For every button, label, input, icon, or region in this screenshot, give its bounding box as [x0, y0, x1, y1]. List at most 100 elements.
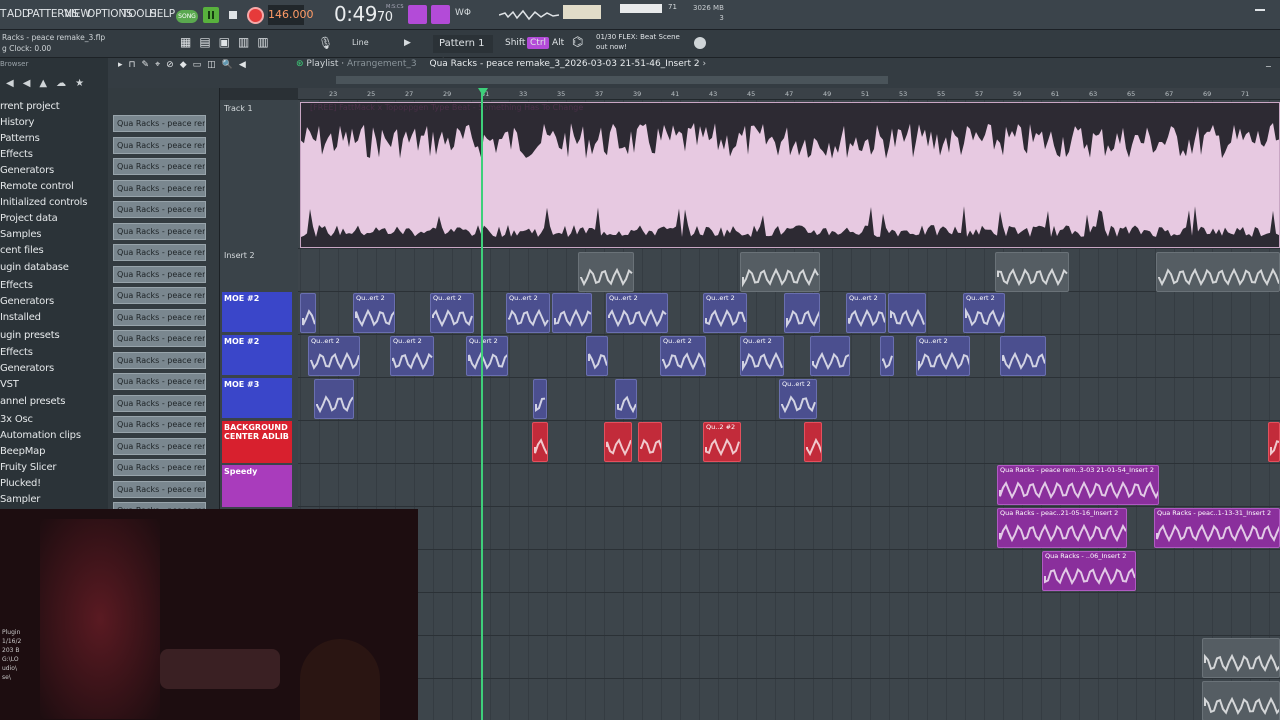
track-header[interactable]: BACKGROUND CENTER ADLIB	[222, 421, 292, 463]
audio-clip[interactable]: Qu..ert 2	[916, 336, 970, 376]
ctrl-key[interactable]: Ctrl	[527, 37, 550, 49]
track-header[interactable]: MOE #2	[222, 292, 292, 332]
audio-clip[interactable]	[300, 293, 316, 333]
playhead-marker-icon[interactable]	[478, 88, 488, 96]
audio-clip[interactable]	[604, 422, 632, 462]
audio-clip[interactable]	[1156, 252, 1280, 292]
channel-button[interactable]: Qua Racks - peace remak	[113, 287, 206, 304]
audio-clip[interactable]: Qu..ert 2	[430, 293, 474, 333]
browser-item[interactable]: 3x Osc	[0, 414, 33, 425]
track-header[interactable]: MOE #2	[222, 335, 292, 375]
song-mode-toggle[interactable]: SONG	[176, 10, 198, 23]
settings-icon[interactable]	[694, 37, 706, 49]
audio-clip-master[interactable]	[300, 102, 1280, 248]
arrangement-name[interactable]: Arrangement_3	[347, 59, 417, 69]
channel-button[interactable]: Qua Racks - peace remak	[113, 373, 206, 390]
audio-clip[interactable]: Qu..ert 2	[660, 336, 706, 376]
arrow-right-icon[interactable]: ▶	[404, 38, 411, 48]
track-header[interactable]: Track 1	[222, 102, 292, 248]
browser-item[interactable]: Effects	[0, 149, 33, 160]
menu-file[interactable]: T	[0, 8, 6, 20]
audio-clip[interactable]: Qu..2 #2	[703, 422, 741, 462]
browser-item[interactable]: Generators	[0, 363, 54, 374]
browser-item[interactable]: Generators	[0, 165, 54, 176]
audio-clip[interactable]: Qu..ert 2	[606, 293, 668, 333]
master-volume-slider[interactable]	[620, 4, 662, 13]
browser-item[interactable]: Sampler	[0, 494, 40, 505]
snap-selector[interactable]: Line	[352, 38, 369, 47]
minimize-icon[interactable]	[1255, 9, 1265, 11]
horizontal-scrollbar[interactable]	[336, 76, 888, 84]
audio-clip[interactable]: Qu..ert 2	[703, 293, 747, 333]
audio-clip[interactable]	[995, 252, 1069, 292]
browser-item[interactable]: Fruity Slicer	[0, 462, 57, 473]
playlist-tools[interactable]: ▸⊓✎⌖⊘◆▭◫🔍◀	[118, 60, 252, 70]
browser-item[interactable]: annel presets	[0, 396, 65, 407]
channel-button[interactable]: Qua Racks - peace remak	[113, 179, 206, 197]
audio-clip[interactable]: Qu..ert 2	[506, 293, 550, 333]
channel-button[interactable]: Qua Racks - peace remak	[113, 351, 206, 369]
pause-button[interactable]	[203, 7, 219, 23]
audio-clip[interactable]: Qu..ert 2	[740, 336, 784, 376]
audio-clip[interactable]	[533, 379, 547, 419]
countdown-icon[interactable]: WΦ	[455, 8, 471, 18]
track-header[interactable]: Speedy	[222, 465, 292, 507]
channel-button[interactable]: Qua Racks - peace remak	[113, 201, 206, 218]
audio-clip[interactable]	[740, 252, 820, 292]
pattern-selector[interactable]: Pattern 1 +	[433, 35, 493, 67]
audio-clip[interactable]	[810, 336, 850, 376]
channel-button[interactable]: Qua Racks - peace remak	[113, 394, 206, 412]
channel-button[interactable]: Qua Racks - peace remak	[113, 115, 206, 132]
browser-item[interactable]: Project data	[0, 213, 58, 224]
channel-button[interactable]: Qua Racks - peace remak	[113, 416, 206, 433]
track-header[interactable]: MOE #3	[222, 378, 292, 418]
browser-item[interactable]: Automation clips	[0, 430, 81, 441]
audio-clip[interactable]	[1268, 422, 1280, 462]
audio-clip[interactable]: Qu..ert 2	[390, 336, 434, 376]
channel-button[interactable]: Qua Racks - peace remak	[113, 437, 206, 455]
audio-clip[interactable]	[638, 422, 662, 462]
browser-item[interactable]: ugin database	[0, 262, 69, 273]
audio-clip[interactable]: Qua Racks - peac..21-05-16_Insert 2	[997, 508, 1127, 548]
audio-clip[interactable]: Qu..ert 2	[466, 336, 508, 376]
audio-clip[interactable]: Qu..ert 2	[308, 336, 360, 376]
audio-clip[interactable]: Qu..ert 2	[963, 293, 1005, 333]
channel-button[interactable]: Qua Racks - peace remak	[113, 459, 206, 476]
browser-item[interactable]: History	[0, 117, 34, 128]
channel-button[interactable]: Qua Racks - peace remak	[113, 158, 206, 175]
audio-clip[interactable]	[314, 379, 354, 419]
wait-input-icon[interactable]	[431, 5, 450, 24]
audio-clip[interactable]	[578, 252, 634, 292]
channel-button[interactable]: Qua Racks - peace remak	[113, 244, 206, 261]
audio-clip[interactable]	[804, 422, 822, 462]
stop-button[interactable]	[225, 7, 241, 23]
browser-item[interactable]: VST	[0, 379, 19, 390]
channel-button[interactable]: Qua Racks - peace remak	[113, 308, 206, 326]
audio-clip[interactable]: Qu..ert 2	[353, 293, 395, 333]
metronome-icon[interactable]	[408, 5, 427, 24]
browser-item[interactable]: Patterns	[0, 133, 40, 144]
alt-key[interactable]: Alt	[549, 37, 567, 49]
audio-clip[interactable]	[880, 336, 894, 376]
browser-toolbar[interactable]: ◀◀▲☁★	[6, 78, 106, 89]
channel-button[interactable]: Qua Racks - peace remak	[113, 330, 206, 347]
browser-item[interactable]: Effects	[0, 280, 33, 291]
close-icon[interactable]: −	[1265, 62, 1272, 71]
audio-clip[interactable]	[586, 336, 608, 376]
audio-clip[interactable]	[1000, 336, 1046, 376]
browser-item[interactable]: Effects	[0, 347, 33, 358]
playhead[interactable]	[481, 88, 483, 720]
browser-item[interactable]: Remote control	[0, 181, 74, 192]
audio-clip[interactable]: Qua Racks - ..06_Insert 2	[1042, 551, 1136, 591]
shift-key[interactable]: Shift	[502, 37, 528, 49]
browser-item[interactable]: BeepMap	[0, 446, 45, 457]
audio-clip[interactable]: Qu..ert 2	[779, 379, 817, 419]
view-buttons[interactable]: ▦▤▣▥▥	[180, 35, 330, 53]
audio-clip[interactable]	[615, 379, 637, 419]
browser-item[interactable]: Samples	[0, 229, 42, 240]
audio-clip[interactable]: Qua Racks - peac..1-13-31_Insert 2	[1154, 508, 1280, 548]
record-button[interactable]	[247, 7, 264, 24]
audio-clip[interactable]: Qua Racks - peace rem..3-03 21-01-54_Ins…	[997, 465, 1159, 505]
channel-button[interactable]: Qua Racks - peace remak	[113, 222, 206, 240]
channel-button[interactable]: Qua Racks - peace remak	[113, 265, 206, 283]
